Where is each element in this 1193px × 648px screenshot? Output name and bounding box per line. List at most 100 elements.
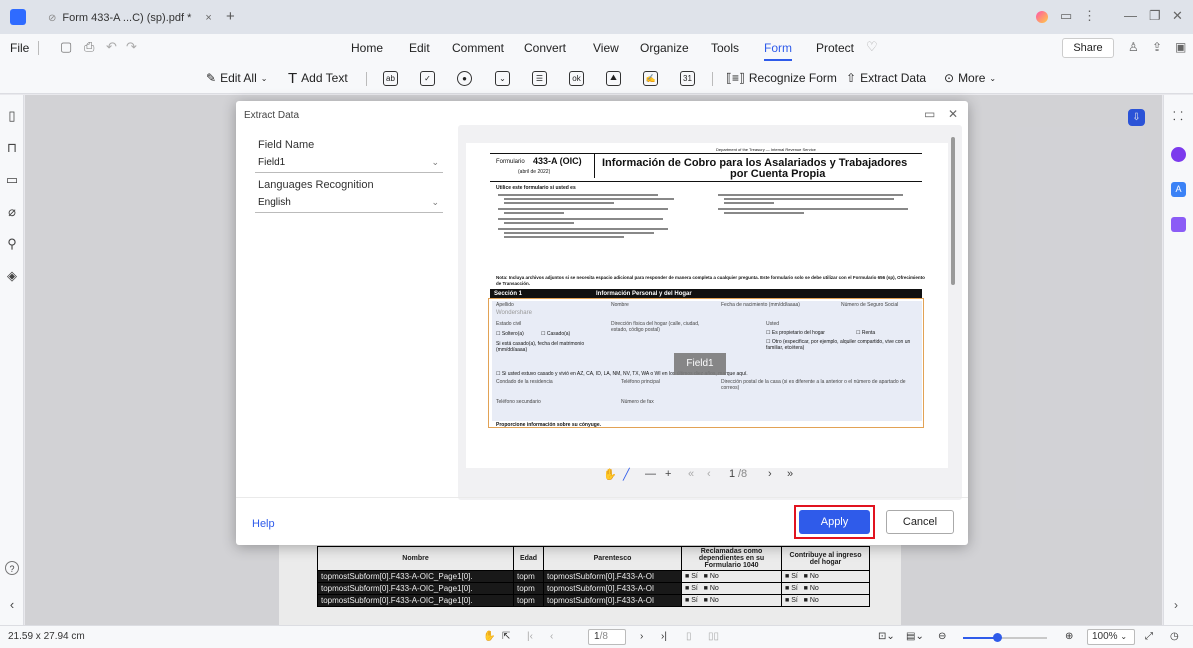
edit-app-icon[interactable] — [1171, 217, 1186, 232]
maximize-icon[interactable]: ❐ — [1149, 8, 1161, 24]
pen-tool-icon[interactable]: ╱ — [623, 468, 630, 481]
more-button[interactable]: ⊙ More ⌄ — [944, 68, 996, 88]
menu-file[interactable]: File — [10, 41, 29, 55]
menu-home[interactable]: Home — [351, 41, 383, 55]
page-input[interactable]: 1/8 — [588, 629, 626, 645]
close-tab-icon[interactable]: × — [205, 12, 211, 24]
ai-assistant-icon[interactable] — [1171, 147, 1186, 162]
more-menu-icon[interactable]: ⋮ — [1083, 8, 1096, 24]
select-tool-icon[interactable]: ⇱ — [502, 631, 510, 642]
text-field-button[interactable]: ab — [383, 68, 398, 88]
chevron-left-icon[interactable]: ‹ — [5, 598, 19, 612]
recognize-form-button[interactable]: ⟦≡⟧ Recognize Form — [726, 68, 837, 88]
field-name-select[interactable]: Field1 ⌄ — [255, 155, 443, 173]
help-link[interactable]: Help — [252, 518, 275, 530]
hand-tool-icon[interactable]: ✋ — [603, 468, 617, 481]
tips-icon[interactable]: ♡ — [866, 39, 878, 55]
comment-icon[interactable]: ▭ — [1060, 8, 1072, 24]
use-heading: Utilice este formulario si usted es — [496, 185, 576, 191]
bookmark-icon[interactable]: ⊓ — [5, 141, 19, 155]
date-field-button[interactable]: 31 — [680, 68, 695, 88]
field-label: Fecha de nacimiento (mm/dd/aaaa) — [721, 302, 800, 308]
zoom-select[interactable]: 100% ⌄ — [1087, 629, 1135, 645]
push-button-tool[interactable]: ok — [569, 68, 584, 88]
timer-icon[interactable]: ◷ — [1170, 631, 1179, 642]
chevron-right-icon[interactable]: › — [1174, 598, 1178, 612]
first-page-icon[interactable]: « — [688, 468, 694, 480]
section-label: Sección 1 — [494, 291, 523, 297]
soltero-option[interactable]: ☐ Soltero(a) — [496, 331, 524, 337]
menu-convert[interactable]: Convert — [524, 41, 566, 55]
propietario-option[interactable]: ☐ Es propietario del hogar — [766, 330, 825, 336]
menu-organize[interactable]: Organize — [640, 41, 689, 55]
edit-all-button[interactable]: ✎ Edit All ⌄ — [206, 68, 267, 88]
page-thumbnail-icon[interactable]: ▯ — [5, 109, 19, 123]
languages-select[interactable]: English ⌄ — [255, 195, 443, 213]
zoom-slider-handle[interactable] — [992, 633, 1002, 642]
last-page-icon[interactable]: » — [787, 468, 793, 480]
menu-view[interactable]: View — [593, 41, 619, 55]
search-icon[interactable]: ⚲ — [5, 237, 19, 251]
divider — [38, 41, 39, 55]
apellido-value[interactable]: Wondershare — [496, 310, 532, 316]
fit-page-icon[interactable]: ⊡⌄ — [878, 631, 895, 642]
next-page-icon[interactable]: › — [640, 631, 643, 642]
menu-edit[interactable]: Edit — [409, 41, 430, 55]
minimize-icon[interactable]: — — [1124, 8, 1137, 23]
menu-comment[interactable]: Comment — [452, 41, 504, 55]
panel-icon[interactable]: ▣ — [1175, 40, 1186, 54]
save-icon[interactable]: ▢ — [60, 39, 72, 55]
preview-nav-bar: ✋ ╱ — + « ‹ 1 /8 › » — [603, 464, 823, 486]
close-dialog-icon[interactable]: ✕ — [948, 107, 958, 121]
new-tab-button[interactable]: + — [226, 8, 235, 25]
radio-button-tool[interactable]: ● — [457, 68, 472, 88]
fullscreen-icon[interactable]: ⤢ — [1145, 631, 1153, 642]
comment-panel-icon[interactable]: ▭ — [5, 173, 19, 187]
print-icon[interactable]: ⎙ — [84, 39, 94, 55]
undo-icon[interactable]: ↶ — [106, 39, 117, 55]
next-page-icon[interactable]: › — [768, 468, 772, 480]
avatar[interactable] — [1036, 11, 1048, 23]
renta-option[interactable]: ☐ Renta — [856, 330, 875, 336]
page-number[interactable]: 1 — [729, 468, 735, 480]
checkbox-button[interactable]: ✓ — [420, 68, 435, 88]
document-tab[interactable]: ⊘ Form 433-A ...C) (sp).pdf * × — [48, 6, 218, 30]
share-button[interactable]: Share — [1062, 38, 1114, 58]
menu-tools[interactable]: Tools — [711, 41, 739, 55]
extract-data-button[interactable]: ⇧ Extract Data — [846, 68, 926, 88]
signature-field-button[interactable]: ✍ — [643, 68, 658, 88]
otro-option[interactable]: ☐ Otro (especificar, por ejemplo, alquil… — [766, 339, 921, 351]
layers-icon[interactable]: ◈ — [5, 269, 19, 283]
cloud-upload-icon[interactable]: ⇪ — [1152, 40, 1162, 54]
first-page-icon[interactable]: |‹ — [527, 631, 533, 642]
casado-option[interactable]: ☐ Casado(a) — [541, 331, 570, 337]
help-icon[interactable]: ? — [5, 561, 19, 575]
preview-scrollbar[interactable] — [951, 137, 955, 285]
list-box-button[interactable]: ☰ — [532, 68, 547, 88]
image-field-button[interactable]: ⛰ — [606, 68, 621, 88]
last-page-icon[interactable]: ›| — [661, 631, 667, 642]
zoom-in-icon[interactable]: + — [665, 468, 671, 480]
translate-icon[interactable]: A — [1171, 182, 1186, 197]
maximize-dialog-icon[interactable]: ▭ — [924, 107, 935, 121]
prev-page-icon[interactable]: ‹ — [550, 631, 553, 642]
single-page-icon[interactable]: ▯ — [686, 631, 692, 642]
attachment-icon[interactable]: ⌀ — [5, 205, 19, 219]
hand-tool-icon[interactable]: ✋ — [483, 631, 495, 642]
add-text-button[interactable]: T Add Text — [288, 68, 348, 88]
combo-box-button[interactable]: ⌄ — [495, 68, 510, 88]
apply-button[interactable]: Apply — [799, 510, 870, 534]
zoom-out-icon[interactable]: ⊖ — [938, 631, 946, 642]
two-page-icon[interactable]: ▯▯ — [708, 631, 719, 642]
prev-page-icon[interactable]: ‹ — [707, 468, 711, 480]
properties-icon[interactable]: ⸬ — [1173, 107, 1183, 124]
view-mode-icon[interactable]: ▤⌄ — [906, 631, 924, 642]
zoom-in-icon[interactable]: ⊕ — [1065, 631, 1073, 642]
account-icon[interactable]: ♙ — [1128, 40, 1139, 54]
menu-form[interactable]: Form — [764, 41, 792, 61]
zoom-out-icon[interactable]: — — [645, 468, 656, 480]
cancel-button[interactable]: Cancel — [886, 510, 954, 534]
close-window-icon[interactable]: ✕ — [1172, 8, 1183, 24]
redo-icon[interactable]: ↷ — [126, 39, 137, 55]
menu-protect[interactable]: Protect — [816, 41, 854, 55]
